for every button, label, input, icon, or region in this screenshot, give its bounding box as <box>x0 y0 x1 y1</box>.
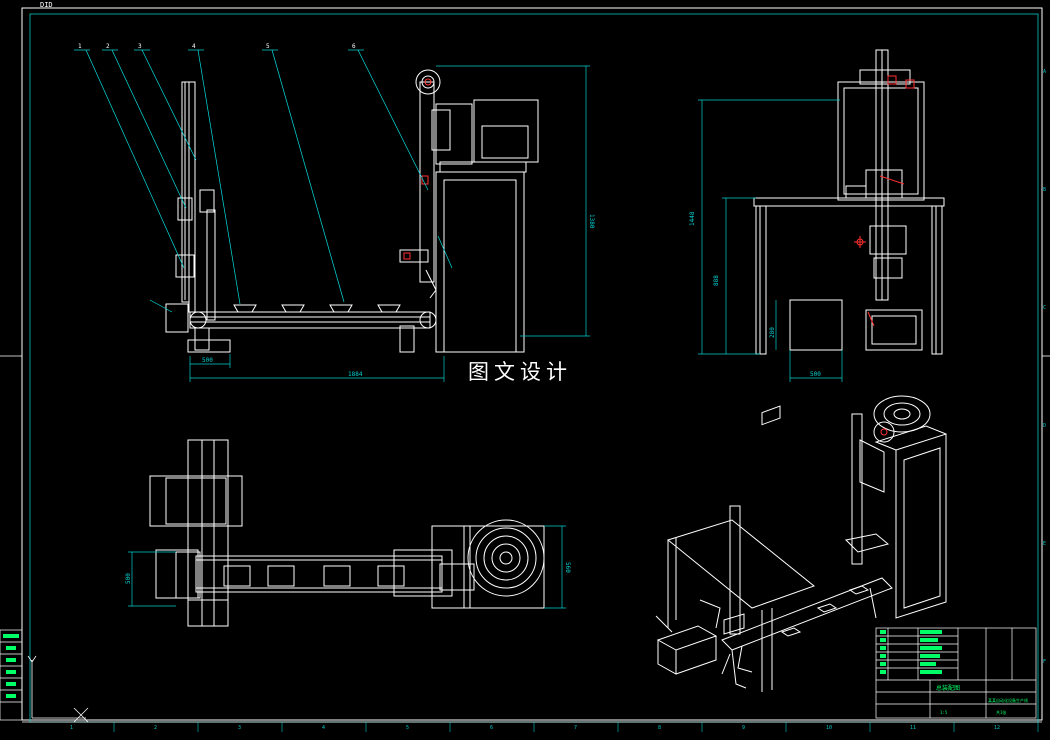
front-view <box>165 69 539 353</box>
grid-column-label: 2 <box>154 725 157 731</box>
grid-row-label: F <box>1043 659 1046 665</box>
top-view <box>149 439 545 627</box>
grid-column-label: 4 <box>322 725 325 731</box>
part-balloons: 1 2 3 4 5 6 <box>74 43 364 51</box>
dim-front-base: 500 <box>202 357 213 364</box>
left-revision-table <box>0 629 23 721</box>
part-balloon-5: 5 <box>266 43 270 50</box>
grid-row-label: A <box>1043 69 1046 75</box>
grid-column-label: 11 <box>910 725 916 731</box>
grid-row-label: E <box>1043 541 1046 547</box>
grid-column-label: 8 <box>658 725 661 731</box>
ucs-axis-icon <box>27 655 89 723</box>
grid-row-label: D <box>1043 423 1046 429</box>
grid-column-label: 1 <box>70 725 73 731</box>
grid-column-label: 9 <box>742 725 745 731</box>
dim-top-width: 500 <box>125 573 132 584</box>
title-block-sheet: 共1张 <box>996 709 1006 715</box>
title-block-title: 总装配图 <box>936 684 960 692</box>
title-block <box>875 627 1037 719</box>
dim-front-height: 1380 <box>588 214 595 229</box>
part-balloon-1: 1 <box>78 43 82 50</box>
grid-column-label: 12 <box>994 725 1000 731</box>
dim-side-height-inner: 888 <box>713 275 720 286</box>
corner-tag: DID <box>40 1 53 9</box>
side-view <box>753 49 945 355</box>
dim-top-height: 560 <box>564 562 571 573</box>
grid-row-label: C <box>1043 305 1046 311</box>
title-block-subtitle: 某某自动化设备生产线 <box>988 697 1028 703</box>
grid-column-label: 5 <box>406 725 409 731</box>
part-balloon-3: 3 <box>138 43 142 50</box>
dim-front-width: 1884 <box>348 371 363 378</box>
grid-column-label: 6 <box>490 725 493 731</box>
part-balloon-6: 6 <box>352 43 356 50</box>
side-view-accents <box>854 75 915 327</box>
cad-drawing-canvas[interactable]: 1 2 3 4 5 6 7 8 9 10 11 12 A B C D E F 1… <box>0 0 1050 736</box>
dim-side-box-height: 280 <box>769 327 776 338</box>
grid-column-label: 10 <box>826 725 832 731</box>
part-balloon-2: 2 <box>106 43 110 50</box>
dim-side-box-width: 500 <box>810 371 821 378</box>
isometric-accents <box>880 428 888 436</box>
part-balloon-4: 4 <box>192 43 196 50</box>
grid-column-label: 3 <box>238 725 241 731</box>
dim-side-height-total: 1448 <box>689 211 696 226</box>
grid-row-label: B <box>1043 187 1046 193</box>
isometric-view <box>655 395 947 692</box>
leader-lines <box>85 49 453 313</box>
grid-column-label: 7 <box>574 725 577 731</box>
title-block-scale: 1:5 <box>940 710 948 715</box>
side-view-dimensions <box>698 99 843 382</box>
watermark-text: 图文设计 <box>464 356 576 386</box>
grid-labels: 1 2 3 4 5 6 7 8 9 10 11 12ABCDEF <box>70 69 1046 732</box>
